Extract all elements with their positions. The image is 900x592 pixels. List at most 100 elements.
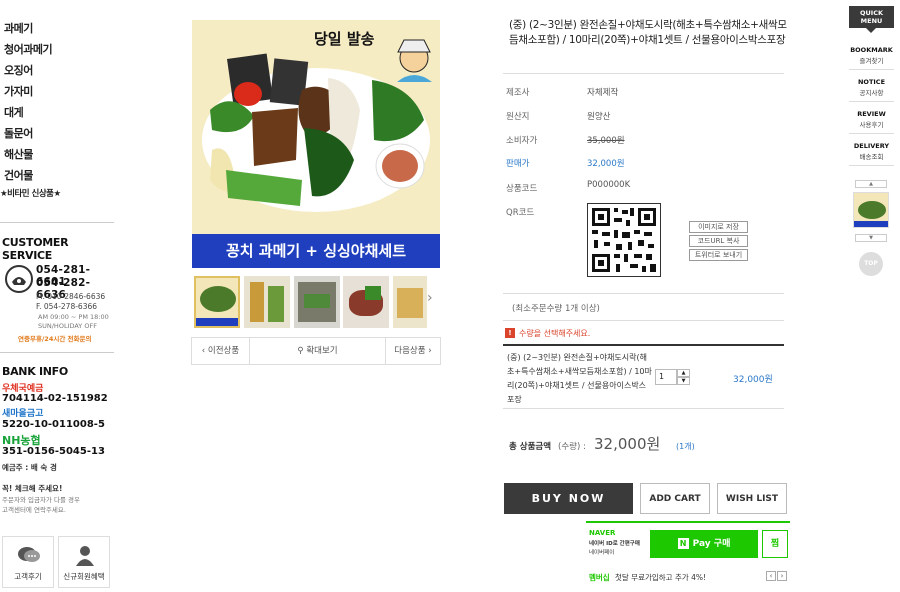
chevron-right-icon[interactable]: › — [777, 571, 787, 581]
origin-label: 원산지 — [506, 112, 530, 122]
sale-price-label: 판매가 — [506, 159, 530, 169]
product-main-image[interactable]: 당일 발송 꽁치 과메기 + 싱싱야채세트 — [192, 20, 440, 268]
product-nav-bar: ‹ 이전상품 ⚲ 확대보기 다음상품 › — [191, 337, 441, 365]
category-link[interactable]: 대게 — [4, 104, 24, 120]
review-button-label: 고객후기 — [14, 572, 42, 581]
review-button[interactable]: 고객후기 — [2, 536, 54, 588]
bank-account: 351-0156-5045-13 — [2, 446, 105, 457]
scroll-top-button[interactable]: TOP — [859, 252, 883, 276]
bank-account: 704114-02-151982 — [2, 393, 108, 404]
account-holder: 예금주 : 배 숙 경 — [2, 463, 57, 472]
copy-url-button[interactable]: 코드URL 복사 — [689, 235, 748, 247]
product-code-label: 상품코드 — [506, 184, 538, 194]
origin-value: 원양산 — [587, 112, 611, 122]
wish-list-button[interactable]: WISH LIST — [717, 483, 787, 514]
total-count: (1개) — [676, 442, 695, 451]
membership-promo: 첫달 무료가입하고 추가 4%! — [615, 573, 707, 582]
chat-icon — [17, 545, 41, 569]
warning-icon: ! — [505, 328, 515, 338]
total-sub-label: (수량) : — [558, 442, 586, 452]
category-link[interactable]: 건어물 — [4, 167, 33, 183]
recent-down-button[interactable]: ▼ — [855, 234, 887, 242]
service-hours: AM 09:00 ~ PM 18:00 — [38, 313, 109, 321]
recent-product-thumbnail[interactable] — [853, 192, 889, 228]
sale-price-value: 32,000원 — [587, 159, 625, 169]
maker-value: 자체제작 — [587, 88, 619, 98]
zoom-button[interactable]: ⚲ 확대보기 — [250, 338, 386, 364]
customer-service-title: CUSTOMER SERVICE — [2, 236, 69, 262]
divider — [503, 408, 784, 409]
naver-pay-bar — [586, 521, 790, 523]
divider — [503, 344, 784, 346]
consumer-price-value: 35,000원 — [587, 136, 625, 146]
product-banner: 꽁치 과메기 + 싱싱야채세트 — [192, 234, 440, 268]
twitter-share-button[interactable]: 트위터로 보내기 — [689, 249, 748, 261]
chevron-right-icon[interactable]: › — [427, 290, 433, 306]
divider — [503, 293, 784, 294]
fax-number: F. 054-278-6366 — [36, 302, 98, 311]
user-icon — [74, 544, 96, 570]
divider — [0, 222, 114, 223]
quick-review[interactable]: REVIEW 사용후기 — [849, 102, 894, 134]
divider — [0, 352, 114, 353]
membership-label: 멤버십 — [589, 573, 610, 582]
product-code-value: P000000K — [587, 180, 631, 190]
bank-account: 5220-10-011008-5 — [2, 419, 105, 430]
buy-now-button[interactable]: BUY NOW — [504, 483, 633, 514]
next-product-button[interactable]: 다음상품 › — [386, 338, 440, 364]
chevron-right-icon: › — [425, 346, 432, 356]
quick-delivery[interactable]: DELIVERY 배송조회 — [849, 134, 894, 166]
check-title: 꼭! 체크해 주세요! — [2, 484, 63, 493]
quick-menu-header: QUICK MENU — [849, 6, 894, 28]
qr-code-label: QR코드 — [506, 208, 535, 218]
product-title: (중) (2~3인분) 완전손질+야채도시락(해초+특수쌈채소+새싹모듬채소포함… — [509, 19, 787, 46]
signup-button-label: 신규회원혜택 — [63, 572, 105, 581]
quantity-input[interactable]: 1 — [655, 369, 677, 385]
quantity-warning: 수량을 선택해주세요. — [519, 329, 591, 338]
category-link[interactable]: 과메기 — [4, 20, 33, 36]
chevron-left-icon[interactable]: ‹ — [766, 571, 776, 581]
total-label: 총 상품금액 — [509, 442, 552, 452]
quantity-down-button[interactable]: ▼ — [677, 377, 690, 385]
category-link[interactable]: ★비타민 신상품★ — [0, 187, 61, 199]
product-thumbnail[interactable] — [393, 276, 427, 328]
naver-pay-button[interactable]: N Pay 구매 — [650, 530, 758, 558]
check-note: 주문자와 입금자가 다를 경우 — [2, 496, 80, 504]
product-thumbnail[interactable] — [244, 276, 290, 328]
quick-notice[interactable]: NOTICE 공지사항 — [849, 70, 894, 102]
category-link[interactable]: 오징어 — [4, 62, 33, 78]
category-link[interactable]: 해산물 — [4, 146, 33, 162]
quick-menu-arrow — [866, 28, 876, 33]
prev-product-button[interactable]: ‹ 이전상품 — [192, 338, 250, 364]
product-thumbnail[interactable] — [294, 276, 340, 328]
save-image-button[interactable]: 이미지로 저장 — [689, 221, 748, 233]
quantity-up-button[interactable]: ▲ — [677, 369, 690, 377]
option-name: (중) (2~3인분) 완전손질+야채도시락(해초+특수쌈채소+새싹모듬채소포함… — [507, 353, 652, 404]
category-link[interactable]: 청어과메기 — [4, 41, 53, 57]
maker-label: 제조사 — [506, 88, 530, 98]
add-cart-button[interactable]: ADD CART — [640, 483, 710, 514]
category-link[interactable]: 가자미 — [4, 83, 33, 99]
check-note: 고객센터에 연락주세요. — [2, 506, 66, 514]
total-price: 32,000원 — [594, 435, 661, 453]
saemaeul-bank-logo: 새마을금고 — [2, 409, 44, 419]
product-thumbnail[interactable] — [343, 276, 389, 328]
naver-wish-button[interactable]: 찜 — [762, 530, 788, 558]
option-price: 32,000원 — [733, 375, 773, 385]
mobile-number: M. 010-2846-6636 — [36, 292, 106, 301]
quick-bookmark[interactable]: BOOKMARK 즐겨찾기 — [849, 38, 894, 70]
divider — [503, 73, 784, 74]
signup-benefit-button[interactable]: 신규회원혜택 — [58, 536, 110, 588]
naver-n-icon: N — [677, 538, 689, 549]
category-link[interactable]: 돌문어 — [4, 125, 33, 141]
product-thumbnail[interactable] — [194, 276, 240, 328]
food-illustration — [202, 39, 432, 212]
recent-up-button[interactable]: ▲ — [855, 180, 887, 188]
search-icon: ⚲ — [297, 346, 307, 356]
consumer-price-label: 소비자가 — [506, 136, 538, 146]
naver-logo: NAVER — [589, 529, 616, 537]
phone-icon — [4, 264, 34, 294]
qr-code-image — [587, 203, 661, 277]
naver-pay-desc: 네이버페이 — [589, 550, 615, 556]
bank-info-title: BANK INFO — [2, 365, 68, 378]
